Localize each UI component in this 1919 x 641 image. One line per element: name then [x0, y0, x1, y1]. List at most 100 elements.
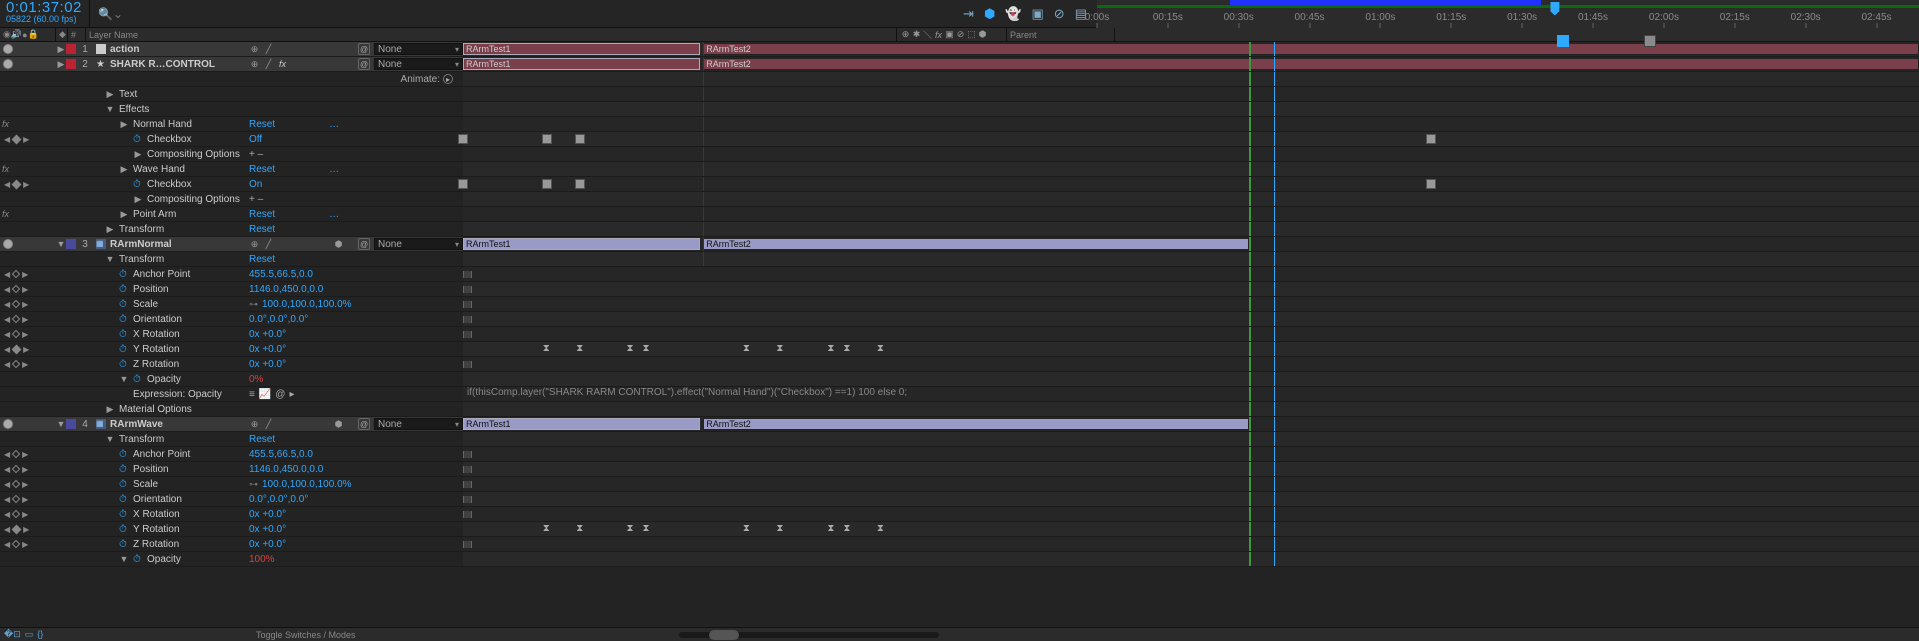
playhead-indicator[interactable]: [1550, 0, 1559, 28]
property-value[interactable]: 0.0°,0.0°,0.0°: [249, 494, 308, 505]
property-timeline-lane[interactable]: [463, 177, 1919, 191]
zoom-thumb[interactable]: [709, 630, 739, 640]
keyframe-marker[interactable]: ⧗: [843, 344, 851, 354]
add-keyframe-icon[interactable]: [12, 179, 22, 189]
property-value[interactable]: Reset: [249, 209, 275, 220]
property-timeline-lane[interactable]: [463, 462, 1919, 476]
property-label[interactable]: Scale: [133, 299, 158, 310]
next-keyframe-icon[interactable]: ▶: [22, 465, 28, 474]
keyframe-marker[interactable]: ⧗: [626, 524, 634, 534]
next-keyframe-icon[interactable]: ▶: [23, 180, 29, 189]
property-value[interactable]: 0x +0.0°: [249, 539, 286, 550]
render-queue-icon[interactable]: ▭: [25, 629, 34, 640]
visibility-eye-icon[interactable]: [3, 419, 13, 429]
property-timeline-lane[interactable]: [463, 507, 1919, 521]
constrain-link-icon[interactable]: ⊶: [249, 479, 258, 490]
property-label[interactable]: Text: [119, 89, 137, 100]
keyframe-marker[interactable]: [459, 180, 467, 188]
property-label[interactable]: X Rotation: [133, 329, 180, 340]
timeline-zoom-slider[interactable]: [679, 632, 939, 638]
layer-twirl-icon[interactable]: ▶: [56, 59, 66, 70]
stopwatch-icon[interactable]: ⏱: [133, 374, 143, 384]
quality-switch[interactable]: ╱: [263, 44, 274, 55]
motionblur-icon[interactable]: ⊘: [1054, 6, 1065, 22]
composition-marker[interactable]: [1557, 35, 1569, 47]
pickwhip-icon[interactable]: @: [358, 58, 370, 70]
property-timeline-lane[interactable]: [463, 117, 1919, 131]
layer-duration-bar[interactable]: RArmTest2: [703, 43, 1919, 55]
stopwatch-icon[interactable]: ⏱: [119, 269, 129, 279]
add-keyframe-icon[interactable]: [12, 480, 20, 488]
property-label[interactable]: Y Rotation: [133, 344, 180, 355]
next-keyframe-icon[interactable]: ▶: [23, 135, 29, 144]
property-value[interactable]: + –: [249, 194, 263, 205]
property-label[interactable]: Orientation: [133, 494, 182, 505]
prev-keyframe-icon[interactable]: ◀: [4, 300, 10, 309]
stopwatch-icon[interactable]: ⏱: [119, 299, 129, 309]
layer-duration-bar[interactable]: RArmTest2: [703, 238, 1249, 250]
property-label[interactable]: Checkbox: [147, 179, 191, 190]
property-twirl-icon[interactable]: ▶: [133, 149, 143, 160]
keyframe-marker[interactable]: ⧗: [743, 524, 751, 534]
property-value[interactable]: 100.0,100.0,100.0%: [262, 479, 352, 490]
keyframe-marker[interactable]: ⧗: [776, 524, 784, 534]
stopwatch-icon[interactable]: ⏱: [119, 464, 129, 474]
property-value[interactable]: 0x +0.0°: [249, 344, 286, 355]
property-label[interactable]: Transform: [119, 224, 164, 235]
parent-dropdown[interactable]: None: [374, 58, 463, 70]
property-timeline-lane[interactable]: [463, 357, 1919, 371]
property-twirl-icon[interactable]: ▼: [119, 374, 129, 384]
next-keyframe-icon[interactable]: ▶: [22, 360, 28, 369]
property-timeline-lane[interactable]: [463, 72, 1919, 86]
keyframe-navigator[interactable]: ◀▶: [0, 510, 40, 519]
current-timecode[interactable]: 0:01:37:02: [6, 0, 83, 15]
shy-icon[interactable]: 👻: [1005, 6, 1021, 22]
property-label[interactable]: Orientation: [133, 314, 182, 325]
property-timeline-lane[interactable]: [463, 222, 1919, 236]
add-keyframe-icon[interactable]: [12, 285, 20, 293]
property-value[interactable]: Reset: [249, 254, 275, 265]
keyframe-marker[interactable]: ⧗: [576, 524, 584, 534]
property-twirl-icon[interactable]: ▶: [119, 164, 129, 175]
layer-twirl-icon[interactable]: ▼: [56, 419, 66, 429]
collapse-switch[interactable]: ⊕: [249, 419, 260, 430]
prev-keyframe-icon[interactable]: ◀: [4, 495, 10, 504]
layer-timeline-lane[interactable]: RArmTest1RArmTest2: [463, 417, 1919, 431]
keyframe-navigator[interactable]: ◀▶: [0, 330, 40, 339]
property-twirl-icon[interactable]: ▶: [119, 209, 129, 220]
keyframe-navigator[interactable]: ◀▶: [0, 360, 40, 369]
property-twirl-icon[interactable]: ▼: [119, 554, 129, 564]
add-keyframe-icon[interactable]: [12, 344, 22, 354]
property-label[interactable]: Normal Hand: [133, 119, 192, 130]
property-timeline-lane[interactable]: [463, 492, 1919, 506]
comp-flowchart-icon[interactable]: ⇥: [963, 6, 974, 22]
keyframe-navigator[interactable]: ◀▶: [0, 345, 40, 354]
prev-keyframe-icon[interactable]: ◀: [4, 135, 10, 144]
keyframe-marker[interactable]: ⧗: [626, 344, 634, 354]
layer-duration-bar[interactable]: RArmTest2: [703, 418, 1249, 430]
stopwatch-icon[interactable]: ⏱: [119, 314, 129, 324]
keyframe-marker[interactable]: [543, 180, 551, 188]
property-label[interactable]: Opacity: [147, 374, 181, 385]
animate-menu[interactable]: Animate: ▸: [401, 74, 457, 85]
property-label[interactable]: Position: [133, 464, 169, 475]
keyframe-marker[interactable]: ⧗: [543, 524, 551, 534]
expr-pickwhip-icon[interactable]: @: [275, 389, 285, 400]
property-timeline-lane[interactable]: [463, 162, 1919, 176]
property-label[interactable]: Material Options: [119, 404, 192, 415]
property-value[interactable]: + –: [249, 149, 263, 160]
property-twirl-icon[interactable]: ▶: [105, 224, 115, 235]
property-label[interactable]: X Rotation: [133, 509, 180, 520]
expr-enable-icon[interactable]: ≡: [249, 389, 255, 400]
property-value[interactable]: 455.5,66.5,0.0: [249, 269, 313, 280]
keyframe-marker[interactable]: ⧗: [576, 344, 584, 354]
layer-name-header[interactable]: Layer Name: [86, 28, 897, 41]
parent-dropdown[interactable]: None: [374, 238, 463, 250]
add-keyframe-icon[interactable]: [12, 524, 22, 534]
property-label[interactable]: Checkbox: [147, 134, 191, 145]
keyframe-marker[interactable]: [1427, 180, 1435, 188]
property-value[interactable]: Reset: [249, 224, 275, 235]
property-value[interactable]: 100%: [249, 554, 275, 565]
property-label[interactable]: Position: [133, 284, 169, 295]
keyframe-navigator[interactable]: ◀▶: [0, 465, 40, 474]
